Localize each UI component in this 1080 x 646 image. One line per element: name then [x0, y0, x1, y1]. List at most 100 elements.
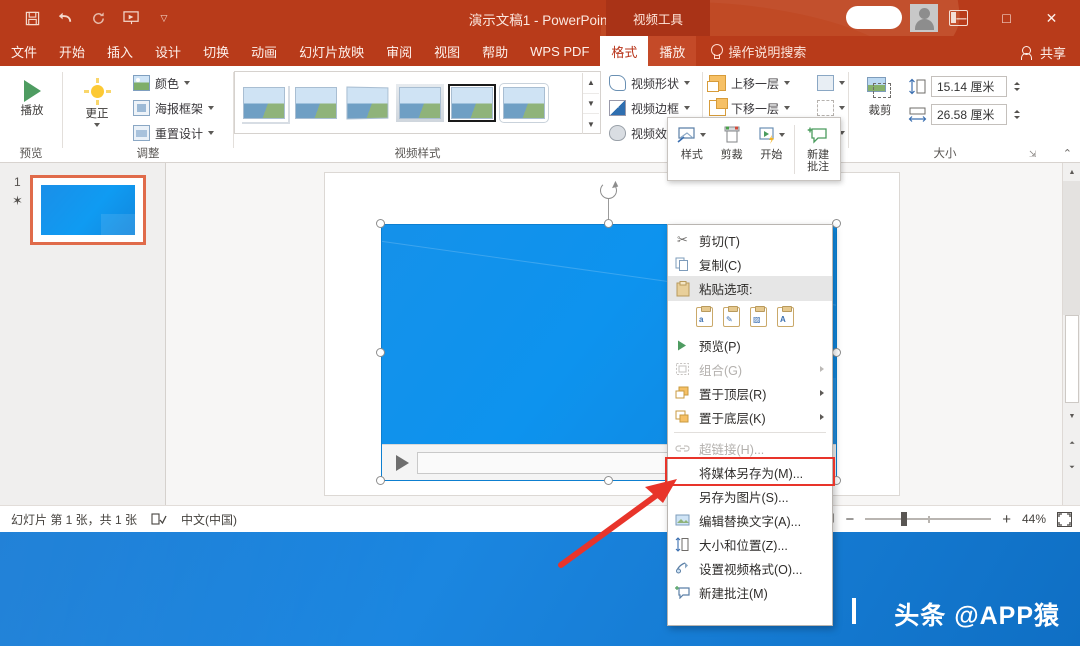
collapse-ribbon-icon[interactable]: ⌃ [1063, 147, 1072, 160]
mini-trim-button[interactable]: 剪裁 [712, 123, 752, 161]
slide-thumbnail-1[interactable] [30, 175, 146, 245]
avatar[interactable] [910, 4, 938, 32]
context-menu-item-bring-to-front[interactable]: 置于顶层(R) [668, 381, 832, 405]
context-menu-item-new-comment[interactable]: 新建批注(M) [668, 580, 832, 604]
video-style-thumb[interactable] [240, 84, 288, 122]
chevron-down-icon[interactable] [208, 106, 214, 110]
context-menu-item-save-media-as[interactable]: 将媒体另存为(M)... [668, 460, 832, 484]
chevron-down-icon[interactable] [94, 123, 100, 127]
tell-me-search[interactable]: 操作说明搜索 [696, 36, 806, 66]
zoom-out-button[interactable]: − [845, 511, 854, 528]
resize-handle-bottom-left[interactable] [376, 476, 385, 485]
shape-width-input[interactable]: 26.58 厘米 [931, 104, 1007, 125]
shape-height-control[interactable]: 15.14 厘米 [908, 76, 1023, 97]
scrollbar-thumb[interactable] [1065, 315, 1079, 403]
align-button[interactable] [817, 72, 845, 94]
gallery-scroll-up-icon[interactable]: ▲ [583, 73, 599, 94]
chevron-down-icon[interactable] [839, 106, 845, 110]
next-slide-button[interactable]: ⏷ [1063, 459, 1080, 477]
context-menu-item-preview[interactable]: 预览(P) [668, 333, 832, 357]
fit-slide-to-window-button[interactable] [1057, 512, 1072, 527]
minimize-button[interactable]: ─ [939, 0, 984, 36]
chevron-down-icon[interactable] [784, 106, 790, 110]
corrections-button[interactable]: 更正 [69, 66, 125, 127]
tab-format[interactable]: 格式 [600, 36, 648, 66]
group-objects-button[interactable] [817, 97, 845, 119]
gallery-more-icon[interactable]: ▼ [583, 114, 599, 134]
gallery-scroll-buttons[interactable]: ▲ ▼ ▼ [582, 73, 599, 134]
tab-playback[interactable]: 播放 [648, 36, 696, 66]
shape-width-control[interactable]: 26.58 厘米 [908, 104, 1023, 125]
height-spinner[interactable] [1011, 76, 1023, 97]
tab-view[interactable]: 视图 [423, 36, 471, 66]
bring-forward-button[interactable]: 上移一层 [709, 72, 790, 94]
account-name-pill[interactable] [846, 6, 902, 29]
width-spinner[interactable] [1011, 104, 1023, 125]
poster-frame-button[interactable]: 海报框架 [133, 97, 214, 119]
mini-start-button[interactable]: 开始 [752, 123, 792, 161]
video-play-icon[interactable] [396, 455, 409, 471]
resize-handle-top-center[interactable] [604, 219, 613, 228]
maximize-button[interactable]: □ [984, 0, 1029, 36]
context-menu[interactable]: ✂ 剪切(T) 复制(C) 粘贴选项: a ✎ ▨ A 预览(P) [667, 224, 833, 626]
zoom-level-label[interactable]: 44% [1022, 512, 1046, 526]
context-menu-item-hyperlink[interactable]: 超链接(H)... [668, 436, 832, 460]
video-style-thumb[interactable] [344, 84, 392, 122]
chevron-down-icon[interactable] [779, 133, 785, 137]
chevron-down-icon[interactable] [784, 81, 790, 85]
video-style-thumb-selected[interactable] [448, 84, 496, 122]
gallery-scroll-down-icon[interactable]: ▼ [583, 94, 599, 115]
mini-style-button[interactable]: 样式 [672, 123, 712, 161]
context-menu-item-group[interactable]: 组合(G) [668, 357, 832, 381]
tab-slideshow[interactable]: 幻灯片放映 [288, 36, 375, 66]
chevron-down-icon[interactable] [684, 106, 690, 110]
context-menu-item-save-as-picture[interactable]: 另存为图片(S)... [668, 484, 832, 508]
tab-file[interactable]: 文件 [0, 36, 48, 66]
zoom-slider[interactable] [865, 512, 991, 526]
paste-keep-source-formatting-icon[interactable]: a [696, 307, 713, 327]
paste-keep-text-only-icon[interactable]: A [777, 307, 794, 327]
canvas-vertical-scrollbar[interactable]: ▲ ▼ ⏶ ⏷ [1062, 163, 1080, 505]
play-button[interactable]: 播放 [4, 66, 60, 118]
video-border-button[interactable]: 视频边框 [609, 97, 690, 119]
tab-wps-pdf[interactable]: WPS PDF [519, 36, 600, 66]
video-styles-gallery[interactable]: ▲ ▼ ▼ [234, 71, 601, 134]
chevron-down-icon[interactable] [700, 133, 706, 137]
zoom-slider-knob[interactable] [901, 512, 907, 526]
color-button[interactable]: 颜色 [133, 72, 214, 94]
zoom-in-button[interactable]: + [1002, 511, 1011, 528]
resize-handle-top-left[interactable] [376, 219, 385, 228]
chevron-down-icon[interactable] [839, 81, 845, 85]
language-label[interactable]: 中文(中国) [181, 511, 237, 528]
chevron-down-icon[interactable] [684, 81, 690, 85]
paste-picture-icon[interactable]: ▨ [750, 307, 767, 327]
resize-handle-bottom-right[interactable] [832, 476, 841, 485]
mini-toolbar[interactable]: 样式 剪裁 开始 新建 批注 [667, 117, 841, 181]
context-menu-item-format-video[interactable]: 设置视频格式(O)... [668, 556, 832, 580]
video-style-thumb[interactable] [292, 84, 340, 122]
video-shape-button[interactable]: 视频形状 [609, 72, 690, 94]
spellcheck-status[interactable] [151, 512, 167, 526]
send-backward-button[interactable]: 下移一层 [709, 97, 790, 119]
context-menu-item-cut[interactable]: ✂ 剪切(T) [668, 228, 832, 252]
paste-merge-formatting-icon[interactable]: ✎ [723, 307, 740, 327]
paste-options-row[interactable]: a ✎ ▨ A [668, 301, 832, 333]
tab-insert[interactable]: 插入 [96, 36, 144, 66]
tab-transitions[interactable]: 切换 [192, 36, 240, 66]
mini-new-comment-button[interactable]: 新建 批注 [798, 123, 838, 174]
tab-design[interactable]: 设计 [144, 36, 192, 66]
context-menu-item-copy[interactable]: 复制(C) [668, 252, 832, 276]
context-menu-item-size-and-position[interactable]: 大小和位置(Z)... [668, 532, 832, 556]
tab-home[interactable]: 开始 [48, 36, 96, 66]
shape-height-input[interactable]: 15.14 厘米 [931, 76, 1007, 97]
tab-review[interactable]: 审阅 [375, 36, 423, 66]
context-menu-item-send-to-back[interactable]: 置于底层(K) [668, 405, 832, 429]
scrollbar-track[interactable] [1063, 181, 1080, 315]
video-style-thumb[interactable] [396, 84, 444, 122]
chevron-down-icon[interactable] [184, 81, 190, 85]
context-menu-item-edit-alt-text[interactable]: 编辑替换文字(A)... [668, 508, 832, 532]
share-button[interactable]: 共享 [1021, 43, 1066, 62]
tab-animations[interactable]: 动画 [240, 36, 288, 66]
size-dialog-launcher[interactable]: ⇲ [1029, 149, 1040, 160]
crop-button[interactable]: 裁剪 [856, 70, 904, 118]
